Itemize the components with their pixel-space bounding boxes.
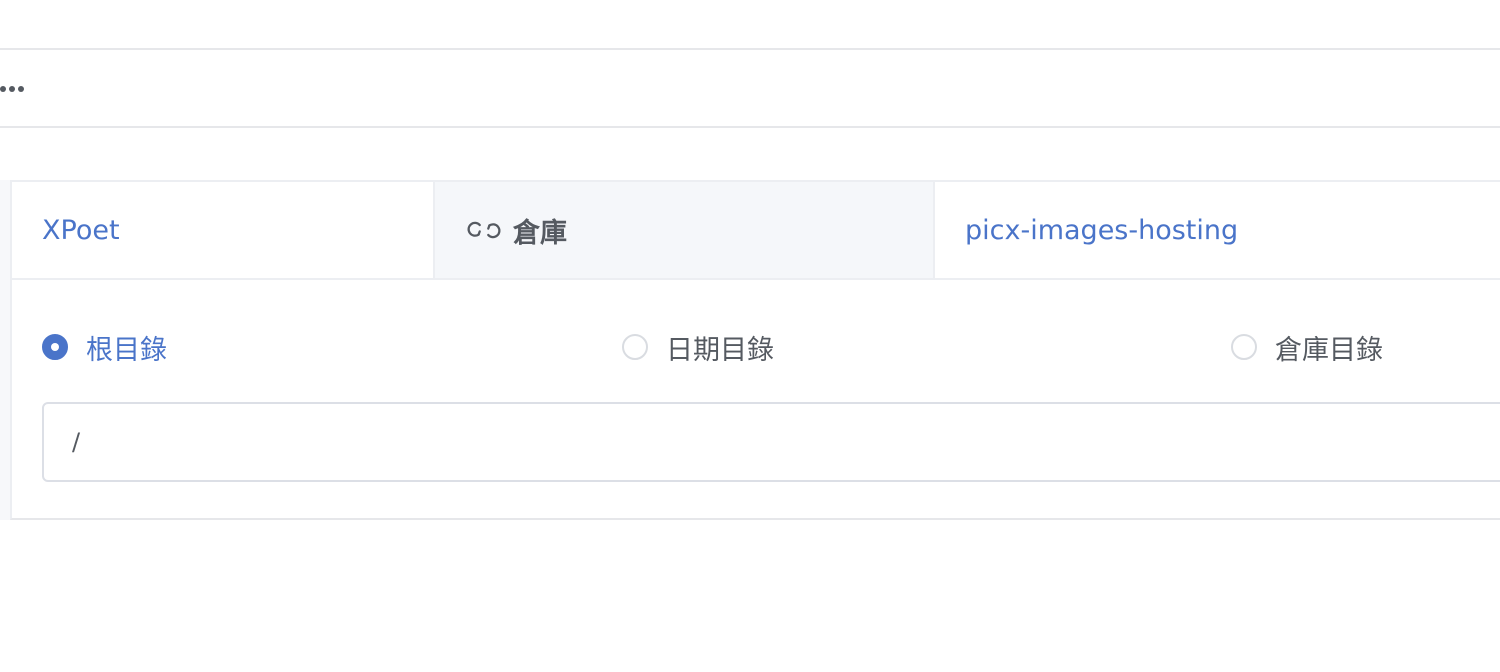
radio-dot-checked [42, 334, 68, 360]
radio-repo-directory[interactable]: 倉庫目錄 [1231, 322, 1383, 372]
top-bar [0, 0, 1500, 50]
repo-label-text: 倉庫 [513, 217, 567, 249]
more-horizontal-icon[interactable] [0, 84, 30, 94]
toolbar [0, 50, 1500, 128]
directory-mode-group: 根目錄 日期目錄 倉庫目錄 [12, 322, 1500, 372]
radio-date-directory[interactable]: 日期目錄 [622, 322, 774, 372]
radio-label: 根目錄 [86, 334, 167, 366]
radio-dot [1231, 334, 1257, 360]
directory-path-input[interactable] [42, 402, 1500, 482]
radio-dot [622, 334, 648, 360]
radio-label: 日期目錄 [666, 334, 774, 366]
repo-name-link[interactable]: picx-images-hosting [935, 182, 1500, 278]
upload-settings-panel: XPoet 倉庫 picx-images-hosting 根目錄 日期目錄 倉庫… [10, 180, 1500, 520]
repo-label-cell: 倉庫 [433, 182, 935, 278]
repo-owner-link[interactable]: XPoet [12, 182, 433, 278]
side-gutter [0, 180, 10, 520]
repo-info-row: XPoet 倉庫 picx-images-hosting [12, 182, 1500, 280]
radio-root-directory[interactable]: 根目錄 [42, 322, 167, 372]
link-chain-icon [467, 213, 501, 247]
radio-label: 倉庫目錄 [1275, 334, 1383, 366]
